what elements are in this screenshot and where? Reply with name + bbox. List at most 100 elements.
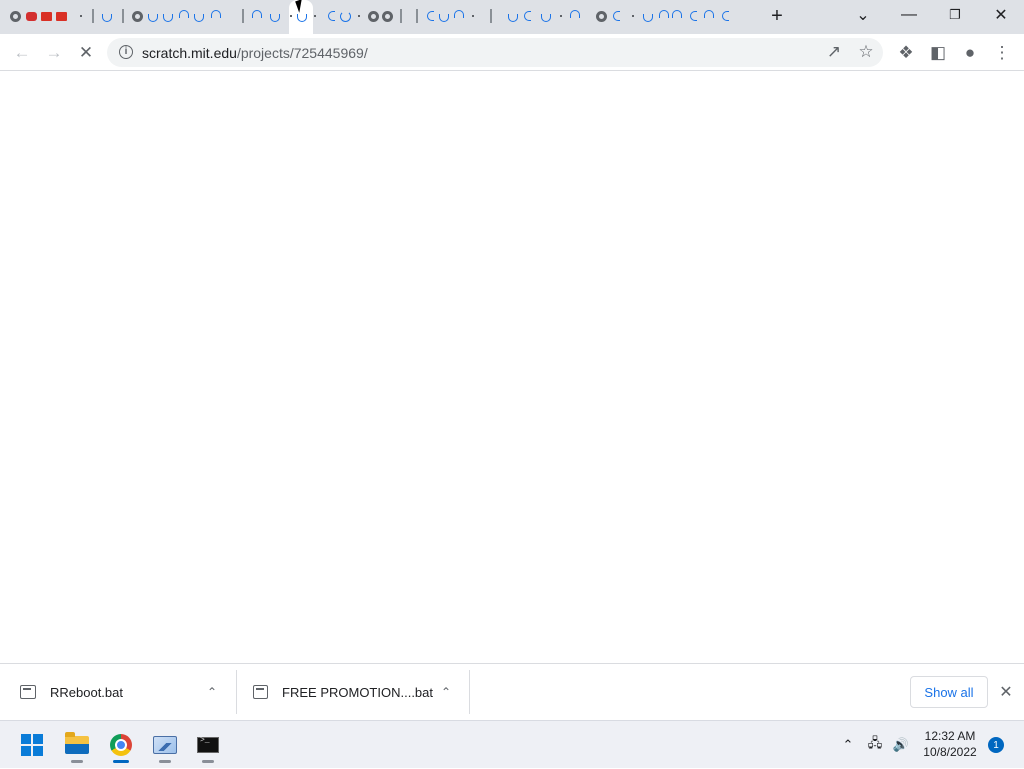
- file-explorer-button[interactable]: [59, 727, 95, 763]
- browser-tab[interactable]: [718, 5, 732, 27]
- browser-tab[interactable]: [380, 5, 394, 27]
- browser-tab[interactable]: [352, 5, 366, 27]
- browser-tab[interactable]: [116, 5, 130, 27]
- show-hidden-icons-button[interactable]: ⌃: [838, 721, 858, 769]
- browser-tab[interactable]: [394, 5, 408, 27]
- browser-tab[interactable]: [8, 5, 22, 27]
- close-download-bar-button[interactable]: ✕: [996, 682, 1016, 702]
- browser-tab[interactable]: [466, 5, 480, 27]
- chrome-taskbar-button[interactable]: [103, 727, 139, 763]
- extensions-button[interactable]: ❖: [892, 39, 920, 67]
- tab-favicon-icon: [454, 10, 464, 18]
- youtube-favicon-icon: [25, 11, 37, 21]
- chevron-up-icon: ⌃: [440, 685, 452, 699]
- show-all-button[interactable]: Show all: [910, 676, 988, 708]
- browser-tab[interactable]: [452, 5, 466, 27]
- download-options-button[interactable]: ⌃: [204, 684, 220, 700]
- tab-favicon-icon: [102, 14, 112, 22]
- browser-tab[interactable]: [308, 5, 322, 27]
- minimize-button[interactable]: —: [886, 0, 932, 30]
- browser-tab[interactable]: [324, 5, 338, 27]
- volume-button[interactable]: 🔊: [890, 721, 912, 769]
- notification-badge[interactable]: 1: [988, 737, 1004, 753]
- browser-tab[interactable]: [410, 5, 424, 27]
- browser-tab[interactable]: [568, 5, 582, 27]
- browser-tab[interactable]: [130, 5, 144, 27]
- address-bar[interactable]: i scratch.mit.edu/projects/725445969/ ↗ …: [107, 38, 883, 67]
- share-icon: ↗: [826, 42, 842, 61]
- close-button[interactable]: ✕: [978, 0, 1024, 30]
- download-item[interactable]: FREE PROMOTION....bat: [253, 664, 433, 720]
- download-item[interactable]: RReboot.bat: [20, 664, 220, 720]
- browser-tab[interactable]: [702, 5, 716, 27]
- url-text[interactable]: scratch.mit.edu/projects/725445969/: [142, 45, 368, 61]
- browser-tab[interactable]: [484, 5, 498, 27]
- browser-tab[interactable]: [268, 5, 282, 27]
- browser-tab[interactable]: [192, 5, 206, 27]
- browser-tab[interactable]: [366, 5, 380, 27]
- tab-search-button[interactable]: ⌄: [840, 0, 886, 30]
- forward-button[interactable]: →: [40, 39, 68, 67]
- download-filename: RReboot.bat: [50, 684, 123, 700]
- browser-tab[interactable]: [641, 5, 655, 27]
- share-button[interactable]: ↗: [820, 38, 848, 66]
- tab-favicon-icon: [612, 11, 620, 21]
- browser-tab[interactable]: [146, 5, 160, 27]
- tab-favicon-icon: [426, 11, 434, 21]
- puzzle-icon: ❖: [898, 43, 914, 62]
- speaker-icon: 🔊: [892, 737, 910, 752]
- tab-favicon-icon: [242, 9, 244, 23]
- tab-favicon-icon: [80, 15, 82, 17]
- browser-tab[interactable]: [209, 5, 223, 27]
- star-icon: ☆: [858, 42, 874, 61]
- browser-tab[interactable]: [437, 5, 451, 27]
- download-options-button[interactable]: ⌃: [438, 684, 454, 700]
- browser-tab[interactable]: [520, 5, 534, 27]
- browser-tab[interactable]: [338, 5, 352, 27]
- browser-tab[interactable]: [539, 5, 553, 27]
- browser-tab[interactable]: [24, 5, 38, 27]
- browser-tab[interactable]: [177, 5, 191, 27]
- browser-tab[interactable]: [54, 5, 68, 27]
- terminal-taskbar-button[interactable]: [190, 727, 226, 763]
- stop-icon: ✕: [78, 43, 94, 62]
- browser-tab[interactable]: [161, 5, 175, 27]
- browser-tab[interactable]: [594, 5, 608, 27]
- browser-tab[interactable]: [609, 5, 623, 27]
- browser-tab[interactable]: [236, 5, 250, 27]
- stop-button[interactable]: ✕: [72, 39, 100, 67]
- browser-tab[interactable]: [554, 5, 568, 27]
- back-button[interactable]: ←: [8, 39, 36, 67]
- tab-favicon-icon: [523, 11, 531, 21]
- browser-toolbar: ← → ✕ i scratch.mit.edu/projects/7254459…: [0, 34, 1024, 71]
- browser-tab[interactable]: [100, 5, 114, 27]
- start-button[interactable]: [14, 727, 50, 763]
- browser-tab[interactable]: [86, 5, 100, 27]
- tab-favicon-icon: [541, 14, 551, 22]
- browser-tab[interactable]: [250, 5, 264, 27]
- browser-tab[interactable]: [657, 5, 671, 27]
- bookmark-button[interactable]: ☆: [852, 38, 880, 66]
- browser-tab[interactable]: [423, 5, 437, 27]
- browser-tab[interactable]: [626, 5, 640, 27]
- active-indicator: [113, 760, 129, 763]
- tab-favicon-icon: [131, 10, 143, 22]
- browser-tab[interactable]: [670, 5, 684, 27]
- page-content: [0, 71, 1024, 663]
- network-button[interactable]: 🖧: [864, 721, 886, 769]
- browser-tab[interactable]: [686, 5, 700, 27]
- browser-tab[interactable]: [506, 5, 520, 27]
- photos-taskbar-button[interactable]: [147, 727, 183, 763]
- menu-button[interactable]: ⋮: [988, 39, 1016, 67]
- clock[interactable]: 12:32 AM 10/8/2022: [916, 728, 984, 760]
- profile-button[interactable]: ●: [956, 39, 984, 67]
- restore-button[interactable]: ❐: [932, 0, 978, 30]
- close-icon: ✕: [999, 684, 1013, 701]
- browser-tab[interactable]: [39, 5, 53, 27]
- tab-favicon-icon: [122, 9, 124, 23]
- side-panel-button[interactable]: ◧: [924, 39, 952, 67]
- new-tab-button[interactable]: +: [764, 3, 790, 29]
- tab-favicon-icon: [339, 10, 351, 22]
- info-icon[interactable]: i: [119, 45, 133, 59]
- chevron-up-icon: ⌃: [842, 737, 854, 752]
